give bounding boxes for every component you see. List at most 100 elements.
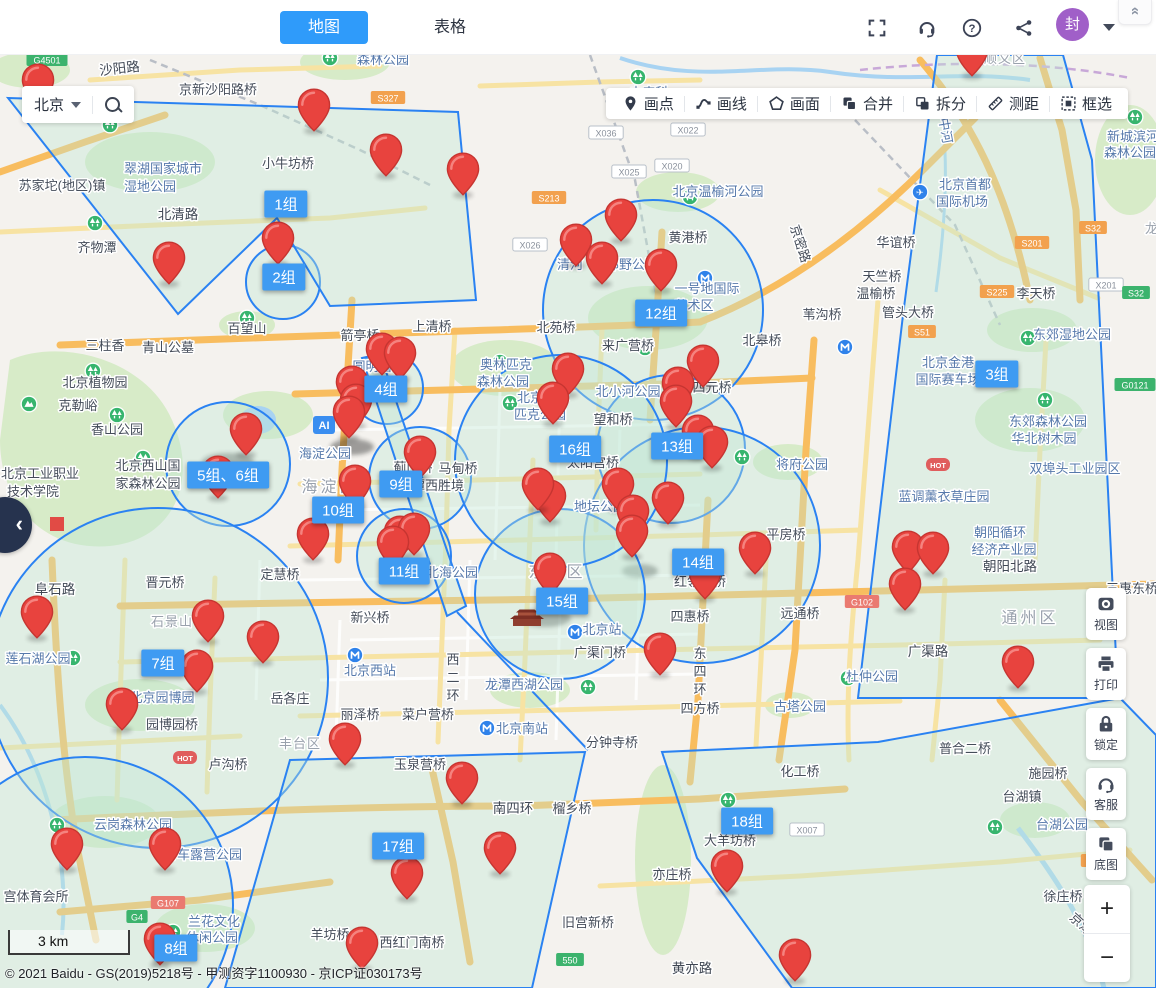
map-label: 东四环 <box>693 646 706 697</box>
group-label[interactable]: 16组 <box>549 436 601 463</box>
side-tool-basemap[interactable]: 底图 <box>1086 828 1126 880</box>
map-base: ✈ <box>0 55 1156 988</box>
group-label[interactable]: 12组 <box>635 300 687 327</box>
tool-draw-polygon[interactable]: 画面 <box>758 88 830 119</box>
fullscreen-icon[interactable] <box>866 17 888 39</box>
metro-icon <box>347 647 363 663</box>
map-label: 阜石路 <box>35 581 76 597</box>
attribution: © 2021 Baidu - GS(2019)5218号 - 甲测资字11009… <box>5 963 423 982</box>
tool-draw-point[interactable]: 画点 <box>612 88 684 119</box>
chevron-down-icon[interactable] <box>71 102 81 108</box>
map-label: 北小河公园 <box>595 384 660 399</box>
park-icon <box>720 792 736 808</box>
map-label: 北京西站 <box>344 663 396 678</box>
draw-point-icon <box>622 95 639 112</box>
side-tool-view[interactable]: 视图 <box>1086 588 1126 640</box>
map-label: 百望山 <box>227 321 266 336</box>
city-name[interactable]: 北京 <box>34 94 64 115</box>
group-label[interactable]: 10组 <box>312 497 364 524</box>
top-bar: 地图 表格 封 « <box>0 0 1156 55</box>
svg-text:X026: X026 <box>519 241 540 251</box>
map-canvas[interactable]: ✈ <box>0 55 1156 988</box>
tab-map[interactable]: 地图 <box>280 11 368 44</box>
map-label: 西二环 <box>446 652 459 703</box>
help-icon[interactable] <box>961 17 983 39</box>
avatar[interactable]: 封 <box>1056 8 1089 41</box>
city-selector[interactable]: 北京 <box>22 86 134 123</box>
view-icon <box>1096 594 1116 614</box>
svg-text:S225: S225 <box>986 288 1007 298</box>
side-tool-lock[interactable]: 锁定 <box>1086 708 1126 760</box>
headset-icon[interactable] <box>916 17 938 39</box>
share-icon[interactable] <box>1013 17 1035 39</box>
group-label[interactable]: 17组 <box>372 833 424 860</box>
map-label: 朝阳循环 <box>974 525 1026 540</box>
map-label: 徐庄桥 <box>1043 889 1082 904</box>
park-icon <box>322 55 338 66</box>
map-label: 兰花文化 <box>188 914 240 929</box>
map-label: 岳各庄 <box>270 691 309 706</box>
svg-text:X036: X036 <box>595 129 616 139</box>
svg-text:G0121: G0121 <box>1121 381 1148 391</box>
map-label: 望和桥 <box>593 412 632 427</box>
group-label[interactable]: 18组 <box>721 808 773 835</box>
park-icon <box>734 449 750 465</box>
side-tool-label: 底图 <box>1086 856 1126 873</box>
svg-text:HOT: HOT <box>930 461 946 470</box>
map-label: 森林公园 <box>1104 145 1156 160</box>
zoom-in-button[interactable]: + <box>1084 885 1130 933</box>
zoom-out-button[interactable]: − <box>1084 934 1130 982</box>
tool-box-select[interactable]: 框选 <box>1050 88 1122 119</box>
map-label: 龙 <box>1145 221 1156 236</box>
map-label: 来广营桥 <box>602 338 654 353</box>
map-label: 天竺桥 <box>862 269 901 284</box>
svg-text:S327: S327 <box>377 94 398 104</box>
group-label[interactable]: 13组 <box>651 433 703 460</box>
group-label[interactable]: 7组 <box>141 650 184 677</box>
map-label: 广渠门桥 <box>574 645 626 660</box>
map-label: 技术学院 <box>7 484 59 499</box>
park-icon <box>109 407 125 423</box>
map-label: 华谊桥 <box>876 235 915 250</box>
map-label: 将府公园 <box>776 457 828 472</box>
svg-text:S201: S201 <box>1021 239 1042 249</box>
map-label: 蓝调薰衣草庄园 <box>898 489 989 504</box>
group-label[interactable]: 14组 <box>672 549 724 576</box>
side-tool-support[interactable]: 客服 <box>1086 768 1126 820</box>
map-label: 东郊森林公园 <box>1009 414 1087 429</box>
group-label[interactable]: 3组 <box>975 361 1018 388</box>
map-label: 施园桥 <box>1028 766 1067 781</box>
map-label: 华北树木园 <box>1011 431 1076 446</box>
map-label: 香山公园 <box>91 422 143 437</box>
group-label[interactable]: 15组 <box>536 588 588 615</box>
group-label[interactable]: 1组 <box>264 191 307 218</box>
tool-split[interactable]: 拆分 <box>904 88 976 119</box>
map-label: 分钟寺桥 <box>586 735 638 750</box>
tool-draw-line[interactable]: 画线 <box>685 88 757 119</box>
side-tool-label: 打印 <box>1086 676 1126 693</box>
tool-measure[interactable]: 测距 <box>977 88 1049 119</box>
search-icon[interactable] <box>104 96 122 114</box>
map-label: 齐物潭 <box>77 240 116 255</box>
group-label[interactable]: 4组 <box>364 376 407 403</box>
draw-toolbar: 画点画线画面合并拆分测距框选 <box>606 88 1128 119</box>
map-label: 克勒峪 <box>58 398 97 413</box>
group-label[interactable]: 2组 <box>262 264 305 291</box>
map-label: 西红门南桥 <box>379 935 444 950</box>
park-icon <box>87 215 103 231</box>
svg-text:G102: G102 <box>851 598 873 608</box>
collapse-header-button[interactable]: « <box>1118 0 1152 25</box>
svg-text:X201: X201 <box>1095 281 1116 291</box>
tool-merge[interactable]: 合并 <box>831 88 903 119</box>
tool-label: 画点 <box>644 93 674 114</box>
group-label[interactable]: 8组 <box>154 935 197 962</box>
map-label: 顺义区 <box>984 55 1026 66</box>
group-label[interactable]: 11组 <box>379 558 430 585</box>
group-label[interactable]: 5组、6组 <box>187 462 269 489</box>
svg-text:G107: G107 <box>157 899 179 909</box>
avatar-caret-icon[interactable] <box>1103 24 1115 31</box>
side-tool-print[interactable]: 打印 <box>1086 648 1126 700</box>
map-label: 菜户营桥 <box>402 707 454 722</box>
tab-table[interactable]: 表格 <box>410 11 490 44</box>
group-label[interactable]: 9组 <box>379 471 422 498</box>
